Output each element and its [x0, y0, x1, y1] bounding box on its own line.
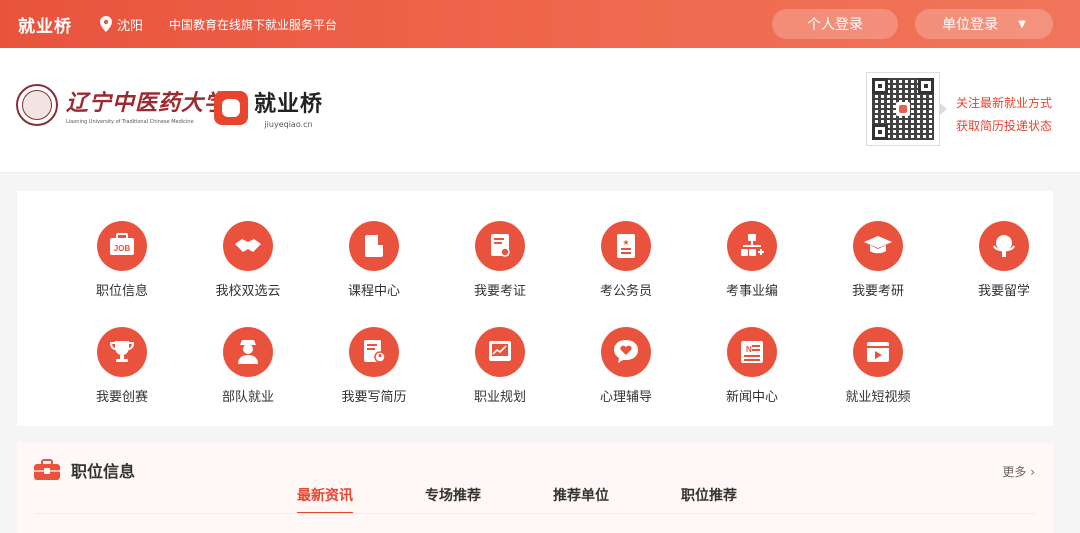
- brand-title[interactable]: 就业桥: [18, 12, 72, 37]
- service-item[interactable]: 心理辅导: [571, 327, 681, 405]
- service-label: 我要考研: [851, 284, 904, 299]
- jiuyeqiao-logo[interactable]: 就业桥 jiuyeqiao.cn: [214, 86, 323, 129]
- civil-exam-icon: ★: [601, 221, 651, 271]
- jiuyeqiao-mark-icon: [214, 90, 248, 125]
- qr-note: 关注最新就业方式 获取简历投递状态: [956, 92, 1052, 138]
- job-icon: JOB: [97, 221, 147, 271]
- service-item[interactable]: 我要考研: [823, 221, 933, 299]
- trophy-icon: [97, 327, 147, 377]
- service-item[interactable]: 我要写简历: [319, 327, 429, 405]
- university-seal-icon: [16, 84, 58, 126]
- globe-icon: [979, 221, 1029, 271]
- job-info-section: 职位信息 更多 › 最新资讯 专场推荐 推荐单位 职位推荐: [17, 443, 1053, 533]
- graduation-cap-icon: [853, 221, 903, 271]
- service-label: 我要考证: [473, 284, 526, 299]
- service-item[interactable]: 考事业编: [697, 221, 807, 299]
- service-label: 新闻中心: [725, 390, 778, 405]
- tabs-divider: [35, 513, 1035, 514]
- service-label: 职业规划: [473, 390, 526, 405]
- book-icon: [349, 221, 399, 271]
- unit-login-button[interactable]: 单位登录 ▼: [915, 9, 1053, 39]
- video-icon: [853, 327, 903, 377]
- briefcase-icon: [34, 459, 60, 480]
- more-label: 更多: [1002, 465, 1027, 479]
- job-info-header: 职位信息: [33, 458, 135, 482]
- qr-note-line1: 关注最新就业方式: [956, 96, 1053, 110]
- location-pin-icon: [100, 16, 112, 32]
- service-item[interactable]: ★ 考公务员: [571, 221, 681, 299]
- service-label: 我要创赛: [95, 390, 148, 405]
- service-item[interactable]: JOB 职位信息: [67, 221, 177, 299]
- org-chart-icon: [727, 221, 777, 271]
- svg-text:JOB: JOB: [114, 244, 131, 253]
- newspaper-icon: N: [727, 327, 777, 377]
- soldier-icon: [223, 327, 273, 377]
- service-label: 我校双选云: [215, 284, 281, 299]
- location-selector[interactable]: 沈阳: [100, 15, 143, 34]
- top-bar: 就业桥 沈阳 中国教育在线旗下就业服务平台 个人登录 单位登录 ▼: [0, 0, 1080, 48]
- services-panel: JOB 职位信息 我校双选云 课程中心 我要考证 ★ 考公务员 考事业编 我要考研 我要留学我要创…: [17, 191, 1053, 426]
- chevron-right-icon: ›: [1030, 465, 1035, 479]
- service-label: 我要留学: [977, 284, 1030, 299]
- slogan: 中国教育在线旗下就业服务平台: [169, 17, 338, 32]
- svg-text:N: N: [746, 345, 752, 354]
- university-name: 辽宁中医药大学: [66, 90, 228, 116]
- service-label: 部队就业: [221, 390, 274, 405]
- qr-note-line2: 获取简历投递状态: [956, 119, 1053, 133]
- chart-board-icon: [475, 327, 525, 377]
- tab-latest-news[interactable]: 最新资讯: [297, 485, 425, 514]
- service-item[interactable]: 部队就业: [193, 327, 303, 405]
- caret-down-icon: ▼: [1018, 18, 1026, 30]
- service-label: 课程中心: [347, 284, 400, 299]
- svg-text:★: ★: [622, 238, 629, 247]
- service-item[interactable]: N 新闻中心: [697, 327, 807, 405]
- jiuyeqiao-name: 就业桥: [254, 92, 324, 117]
- personal-login-button[interactable]: 个人登录: [772, 9, 898, 39]
- service-label: 职位信息: [95, 284, 148, 299]
- service-label: 考公务员: [599, 284, 652, 299]
- personal-login-label: 个人登录: [807, 17, 863, 33]
- heart-chat-icon: [601, 327, 651, 377]
- jiuyeqiao-domain: jiuyeqiao.cn: [264, 120, 313, 129]
- certificate-icon: [475, 221, 525, 271]
- resume-icon: [349, 327, 399, 377]
- service-item[interactable]: 我要留学: [949, 221, 1059, 299]
- site-header: 辽宁中医药大学 Liaoning University of Tradition…: [0, 48, 1080, 173]
- service-item[interactable]: 我校双选云: [193, 221, 303, 299]
- service-label: 考事业编: [725, 284, 778, 299]
- job-tabs: 最新资讯 专场推荐 推荐单位 职位推荐: [297, 485, 809, 514]
- service-label: 心理辅导: [599, 390, 652, 405]
- handshake-icon: [223, 221, 273, 271]
- service-item[interactable]: 课程中心: [319, 221, 429, 299]
- tab-featured-sessions[interactable]: 专场推荐: [425, 485, 553, 513]
- university-logo[interactable]: 辽宁中医药大学 Liaoning University of Tradition…: [16, 84, 227, 126]
- qr-code: [866, 72, 940, 146]
- university-name-en: Liaoning University of Traditional Chine…: [66, 119, 194, 125]
- service-item[interactable]: 职业规划: [445, 327, 555, 405]
- service-item[interactable]: 我要考证: [445, 221, 555, 299]
- service-label: 就业短视频: [845, 390, 911, 405]
- service-item[interactable]: 就业短视频: [823, 327, 933, 405]
- unit-login-label: 单位登录: [942, 17, 999, 33]
- more-link[interactable]: 更多 ›: [1002, 463, 1035, 480]
- qr-code-icon: [872, 78, 934, 140]
- tab-recommended-units[interactable]: 推荐单位: [553, 485, 681, 513]
- job-info-title: 职位信息: [71, 462, 136, 481]
- service-item[interactable]: 我要创赛: [67, 327, 177, 405]
- tab-recommended-jobs[interactable]: 职位推荐: [681, 485, 809, 513]
- service-label: 我要写简历: [341, 390, 407, 405]
- location-label: 沈阳: [117, 18, 144, 34]
- qr-pointer: [939, 102, 947, 116]
